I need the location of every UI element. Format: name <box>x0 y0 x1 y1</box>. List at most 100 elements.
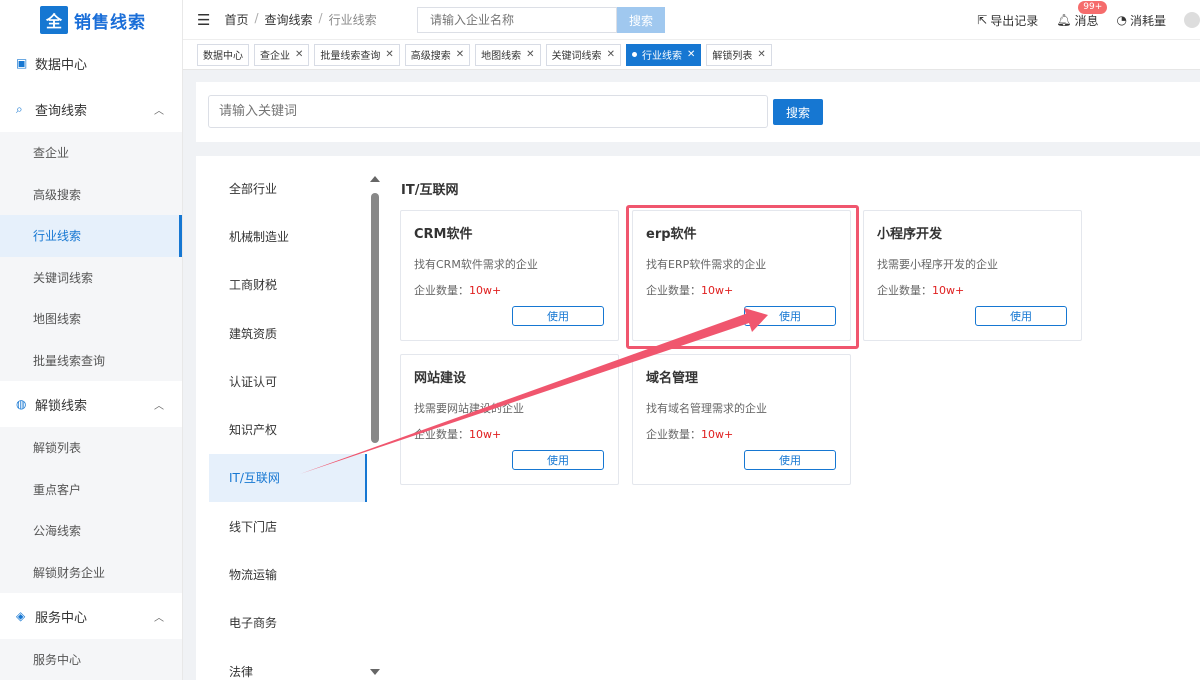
industry-item-active[interactable]: IT/互联网 <box>209 453 367 503</box>
use-button[interactable]: 使用 <box>744 306 836 326</box>
industry-item[interactable]: 机械制造业 <box>209 212 367 260</box>
tab-company[interactable]: 查企业 ✕ <box>254 43 310 66</box>
card-desc: 找需要网站建设的企业 <box>414 402 524 415</box>
card-title: erp软件 <box>646 227 697 242</box>
industry-item[interactable]: 建筑资质 <box>209 309 367 357</box>
sidebar-group-label: 解锁线索 <box>35 398 88 414</box>
industry-scrollbar[interactable] <box>368 176 384 680</box>
keyword-input[interactable] <box>208 95 768 128</box>
tab-keyword-leads[interactable]: 关键词线索 ✕ <box>545 43 621 66</box>
sidebar-item-public-leads[interactable]: 公海线索 <box>0 510 182 552</box>
breadcrumb-separator: / <box>318 11 323 25</box>
scroll-down-icon[interactable] <box>370 669 380 675</box>
sidebar-item-batch-query[interactable]: 批量线索查询 <box>0 339 182 381</box>
sidebar-item-map-leads[interactable]: 地图线索 <box>0 298 182 340</box>
count-value: 10w+ <box>469 428 502 441</box>
close-icon[interactable]: ✕ <box>456 49 464 60</box>
tab-label: 行业线索 <box>641 51 682 62</box>
card-title: 小程序开发 <box>877 227 943 242</box>
industry-item[interactable]: 线下门店 <box>209 502 367 550</box>
scroll-up-icon[interactable] <box>370 176 380 182</box>
sidebar-group-service-center[interactable]: ◈ 服务中心 ︿ <box>0 593 182 639</box>
keyword-search-button[interactable]: 搜索 <box>773 99 823 125</box>
industry-item[interactable]: 认证认可 <box>209 357 367 405</box>
app-title: 销售线索 <box>74 12 146 33</box>
count-label: 企业数量： <box>646 428 701 441</box>
close-icon[interactable]: ✕ <box>607 49 615 60</box>
tab-advanced-search[interactable]: 高级搜索 ✕ <box>404 43 471 66</box>
sidebar-item-unlock-list[interactable]: 解锁列表 <box>0 427 182 469</box>
sidebar-item-company[interactable]: 查企业 <box>0 132 182 174</box>
sidebar-group-unlock-leads[interactable]: ◍ 解锁线索 ︿ <box>0 381 182 427</box>
tab-unlock-list[interactable]: 解锁列表 ✕ <box>706 43 772 66</box>
use-button[interactable]: 使用 <box>744 450 836 470</box>
tab-industry-leads[interactable]: 行业线索 ✕ <box>625 43 702 66</box>
sidebar-item-key-customers[interactable]: 重点客户 <box>0 468 182 510</box>
sidebar-group-label: 服务中心 <box>35 610 88 626</box>
tab-label: 查企业 <box>260 51 290 62</box>
industry-item[interactable]: 全部行业 <box>209 164 367 212</box>
close-icon[interactable]: ✕ <box>295 49 303 60</box>
card-count: 企业数量：10w+ <box>414 282 501 298</box>
use-button[interactable]: 使用 <box>975 306 1067 326</box>
industry-item[interactable]: 知识产权 <box>209 405 367 453</box>
card-erp: erp软件 找有ERP软件需求的企业 企业数量：10w+ 使用 <box>632 210 851 341</box>
use-button[interactable]: 使用 <box>512 450 604 470</box>
sidebar-group-label: 查询线索 <box>35 103 88 119</box>
industry-item[interactable]: 电子商务 <box>209 599 367 647</box>
card-title: CRM软件 <box>414 227 473 242</box>
sidebar-group-query-leads[interactable]: ⌕ 查询线索 ︿ <box>0 86 182 132</box>
consumption-label: 消耗量 <box>1129 13 1166 28</box>
globe-icon: ◍ <box>16 396 27 411</box>
avatar[interactable] <box>1184 12 1200 28</box>
industry-item[interactable]: 法律 <box>209 647 367 680</box>
company-search-button[interactable]: 搜索 <box>617 7 665 33</box>
close-icon[interactable]: ✕ <box>385 49 393 60</box>
close-icon[interactable]: ✕ <box>687 49 695 60</box>
breadcrumb-query-leads[interactable]: 查询线索 <box>265 11 313 28</box>
keyword-search-panel: 搜索 <box>196 82 1200 142</box>
search-doc-icon: ⌕ <box>16 101 23 116</box>
chevron-up-icon: ︿ <box>154 106 164 117</box>
menu-toggle-icon[interactable]: ☰ <box>197 11 210 29</box>
use-button[interactable]: 使用 <box>512 306 604 326</box>
close-icon[interactable]: ✕ <box>526 49 534 60</box>
sidebar-item-industry-leads[interactable]: 行业线索 <box>0 215 182 257</box>
breadcrumb: 首页 / 查询线索 / 行业线索 <box>224 11 376 28</box>
app-logo[interactable]: 全 销售线索 <box>0 0 182 40</box>
active-dot-icon <box>631 52 637 57</box>
chevron-up-icon: ︿ <box>154 401 164 412</box>
card-count: 企业数量：10w+ <box>414 426 501 442</box>
card-desc: 找有域名管理需求的企业 <box>646 402 767 415</box>
bell-icon: 🔔︎ <box>1056 13 1072 27</box>
tab-data-center[interactable]: 数据中心 <box>197 43 249 66</box>
count-value: 10w+ <box>701 284 734 297</box>
export-records-button[interactable]: ⇱ 导出记录 <box>977 12 1038 29</box>
card-count: 企业数量：10w+ <box>646 282 733 298</box>
breadcrumb-home[interactable]: 首页 <box>224 11 248 28</box>
sidebar-item-unlock-finance[interactable]: 解锁财务企业 <box>0 551 182 593</box>
count-value: 10w+ <box>701 428 734 441</box>
sidebar-item-advanced-search[interactable]: 高级搜索 <box>0 173 182 215</box>
tab-map-leads[interactable]: 地图线索 ✕ <box>475 43 541 66</box>
sidebar-item-service-center[interactable]: 服务中心 <box>0 639 182 680</box>
card-count: 企业数量：10w+ <box>877 282 964 298</box>
messages-button[interactable]: 🔔︎ 消息 99+ <box>1056 0 1108 29</box>
industry-item[interactable]: 工商财税 <box>209 261 367 309</box>
tab-label: 批量线索查询 <box>320 51 381 62</box>
company-search-input[interactable] <box>417 7 617 33</box>
sidebar-group-data-center[interactable]: ▣ 数据中心 <box>0 40 182 86</box>
card-desc: 找需要小程序开发的企业 <box>877 258 998 271</box>
count-value: 10w+ <box>932 284 965 297</box>
card-title: 网站建设 <box>414 371 467 386</box>
industry-item[interactable]: 物流运输 <box>209 550 367 598</box>
consumption-button[interactable]: ◔ 消耗量 <box>1117 12 1167 29</box>
scroll-thumb[interactable] <box>371 193 379 443</box>
sidebar: 全 销售线索 ▣ 数据中心 ⌕ 查询线索 ︿ 查企业 高级搜索 行业线索 关键词… <box>0 0 183 680</box>
industry-list: 全部行业 机械制造业 工商财税 建筑资质 认证认可 知识产权 IT/互联网 线下… <box>209 164 367 680</box>
tab-label: 数据中心 <box>203 51 243 62</box>
sidebar-item-keyword-leads[interactable]: 关键词线索 <box>0 256 182 298</box>
card-mini-program: 小程序开发 找需要小程序开发的企业 企业数量：10w+ 使用 <box>863 210 1082 341</box>
close-icon[interactable]: ✕ <box>757 49 765 60</box>
tab-batch-query[interactable]: 批量线索查询 ✕ <box>314 43 400 66</box>
